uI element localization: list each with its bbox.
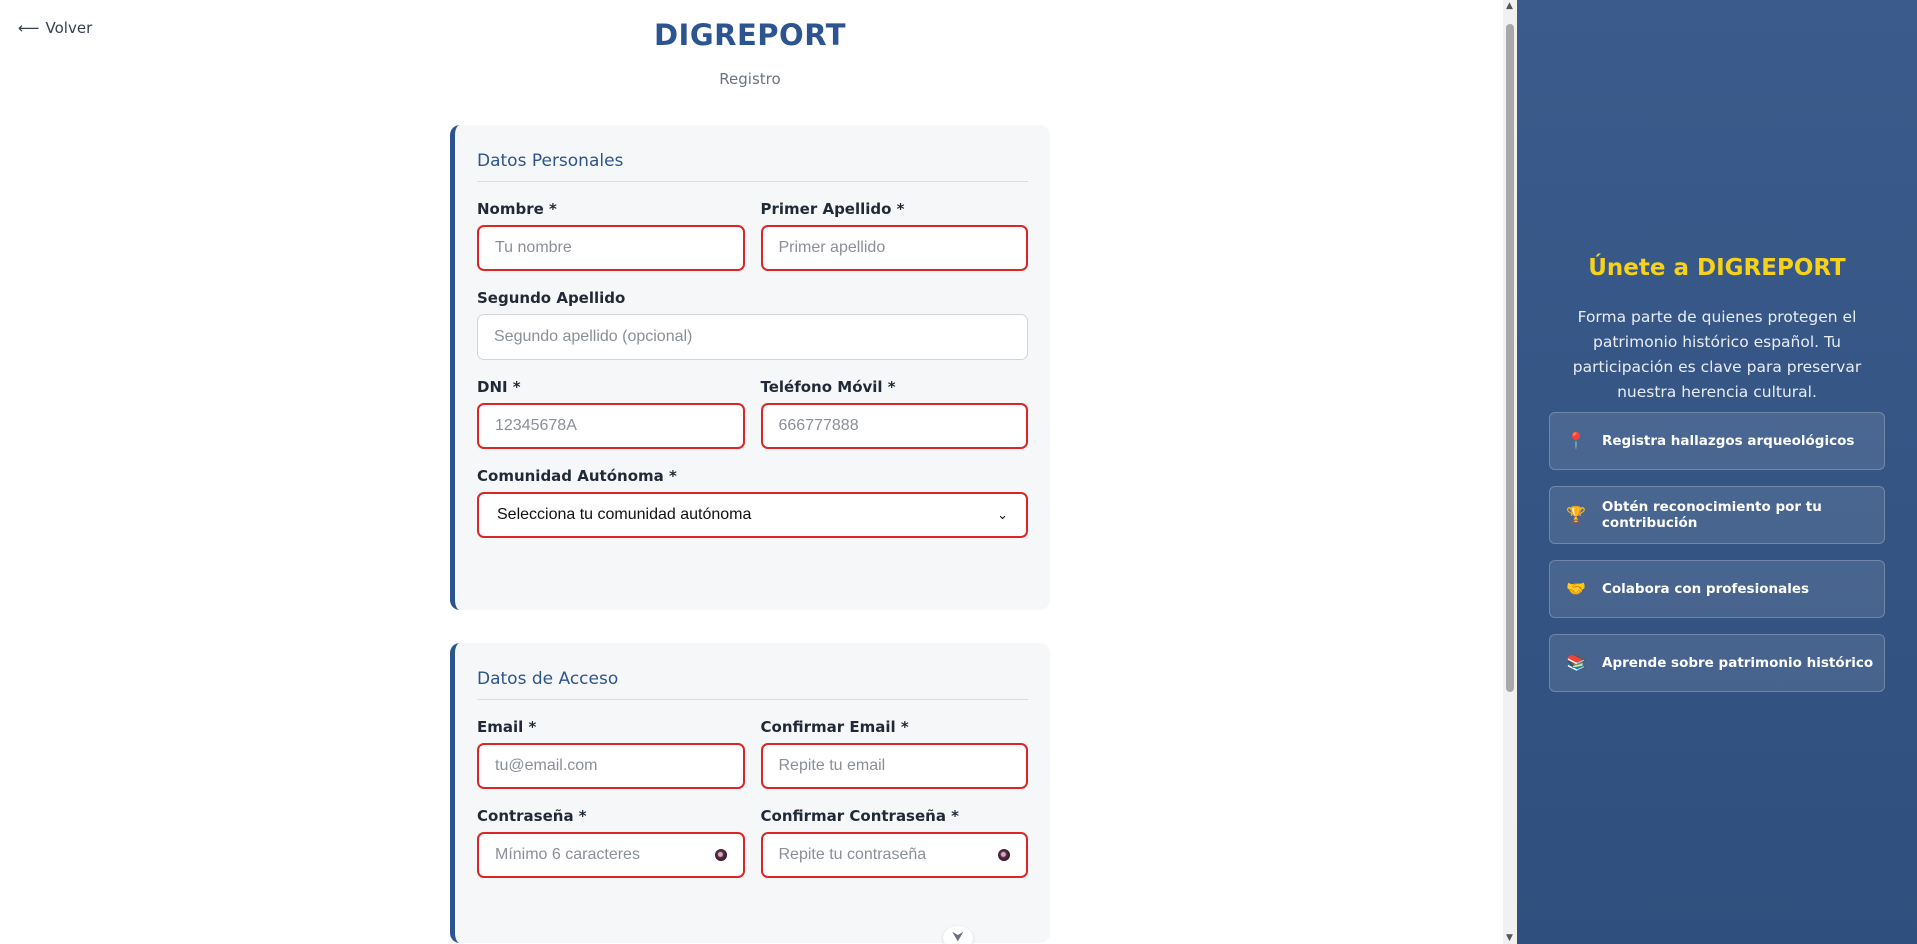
primer-apellido-field: Primer Apellido *	[760, 200, 1028, 271]
benefit-item: 🤝 Colabora con profesionales	[1549, 560, 1885, 618]
chevron-down-icon: ⌄	[997, 507, 1008, 522]
brand-title: DIGREPORT	[653, 18, 847, 52]
eye-icon[interactable]	[714, 849, 727, 861]
confirm-email-field: Confirmar Email *	[760, 718, 1028, 789]
scrollbar[interactable]: ▲ ▼	[1503, 0, 1517, 944]
primer-apellido-label: Primer Apellido *	[760, 200, 905, 218]
confirm-password-input[interactable]	[760, 832, 1028, 878]
access-data-section: Datos de Acceso Email * Confirmar Email …	[450, 643, 1050, 943]
benefits-list: 📍 Registra hallazgos arqueológicos 🏆 Obt…	[1549, 412, 1885, 708]
benefit-label: Registra hallazgos arqueológicos	[1602, 433, 1855, 449]
primer-apellido-input[interactable]	[760, 225, 1028, 271]
nombre-label: Nombre *	[477, 200, 557, 218]
eye-icon[interactable]	[998, 849, 1010, 861]
email-input[interactable]	[477, 743, 745, 789]
benefit-item: 📚 Aprende sobre patrimonio histórico	[1549, 634, 1885, 692]
comunidad-field: Comunidad Autónoma * Selecciona tu comun…	[477, 467, 1028, 538]
benefit-label: Colabora con profesionales	[1602, 581, 1810, 597]
scroll-up-arrow-icon[interactable]: ▲	[1506, 1, 1513, 11]
panel-title: Únete a DIGREPORT	[1588, 255, 1846, 281]
personal-data-section: Datos Personales Nombre * Primer Apellid…	[450, 125, 1050, 610]
page-header: DIGREPORT Registro	[0, 18, 1500, 88]
panel-description: Forma parte de quienes protegen el patri…	[1572, 308, 1862, 401]
telefono-field: Teléfono Móvil *	[760, 378, 1028, 449]
comunidad-selected-value: Selecciona tu comunidad autónoma	[497, 506, 752, 523]
password-label: Contraseña *	[477, 807, 587, 825]
segundo-apellido-input[interactable]	[477, 314, 1028, 360]
handshake-icon: 🤝	[1566, 579, 1586, 598]
confirm-password-label: Confirmar Contraseña *	[760, 807, 960, 825]
pin-icon: 📍	[1566, 431, 1586, 450]
section-title: Datos Personales	[477, 151, 1028, 182]
scroll-down-arrow-icon[interactable]: ▼	[1506, 933, 1513, 943]
benefit-label: Aprende sobre patrimonio histórico	[1602, 655, 1874, 671]
page-subtitle: Registro	[719, 70, 781, 88]
benefit-label: Obtén reconocimiento por tu contribución	[1601, 499, 1822, 531]
telefono-input[interactable]	[760, 403, 1028, 449]
scrollbar-thumb[interactable]	[1506, 24, 1514, 692]
confirm-email-label: Confirmar Email *	[760, 718, 909, 736]
email-label: Email *	[477, 718, 537, 736]
comunidad-label: Comunidad Autónoma *	[477, 467, 677, 485]
registration-form-pane: ⟵ Volver DIGREPORT Registro Datos Person…	[0, 0, 1503, 944]
benefit-item: 🏆 Obtén reconocimiento por tu contribuci…	[1549, 486, 1885, 544]
comunidad-select[interactable]: Selecciona tu comunidad autónoma ⌄	[477, 492, 1028, 538]
email-field: Email *	[477, 718, 745, 789]
scroll-down-icon[interactable]: ⮟	[943, 926, 973, 944]
dni-field: DNI *	[477, 378, 745, 449]
join-info-panel: Únete a DIGREPORT Forma parte de quienes…	[1517, 0, 1917, 944]
confirm-password-field: Confirmar Contraseña *	[760, 807, 1028, 878]
segundo-apellido-field: Segundo Apellido	[477, 289, 1028, 360]
telefono-label: Teléfono Móvil *	[760, 378, 896, 396]
books-icon: 📚	[1566, 653, 1586, 672]
dni-label: DNI *	[477, 378, 521, 396]
section-title: Datos de Acceso	[477, 669, 1028, 700]
confirm-email-input[interactable]	[760, 743, 1028, 789]
password-input[interactable]	[477, 832, 745, 878]
nombre-input[interactable]	[477, 225, 745, 271]
segundo-apellido-label: Segundo Apellido	[477, 289, 626, 307]
benefit-item: 📍 Registra hallazgos arqueológicos	[1549, 412, 1885, 470]
password-field: Contraseña *	[477, 807, 745, 878]
trophy-icon: 🏆	[1566, 505, 1586, 524]
nombre-field: Nombre *	[477, 200, 745, 271]
dni-input[interactable]	[477, 403, 745, 449]
